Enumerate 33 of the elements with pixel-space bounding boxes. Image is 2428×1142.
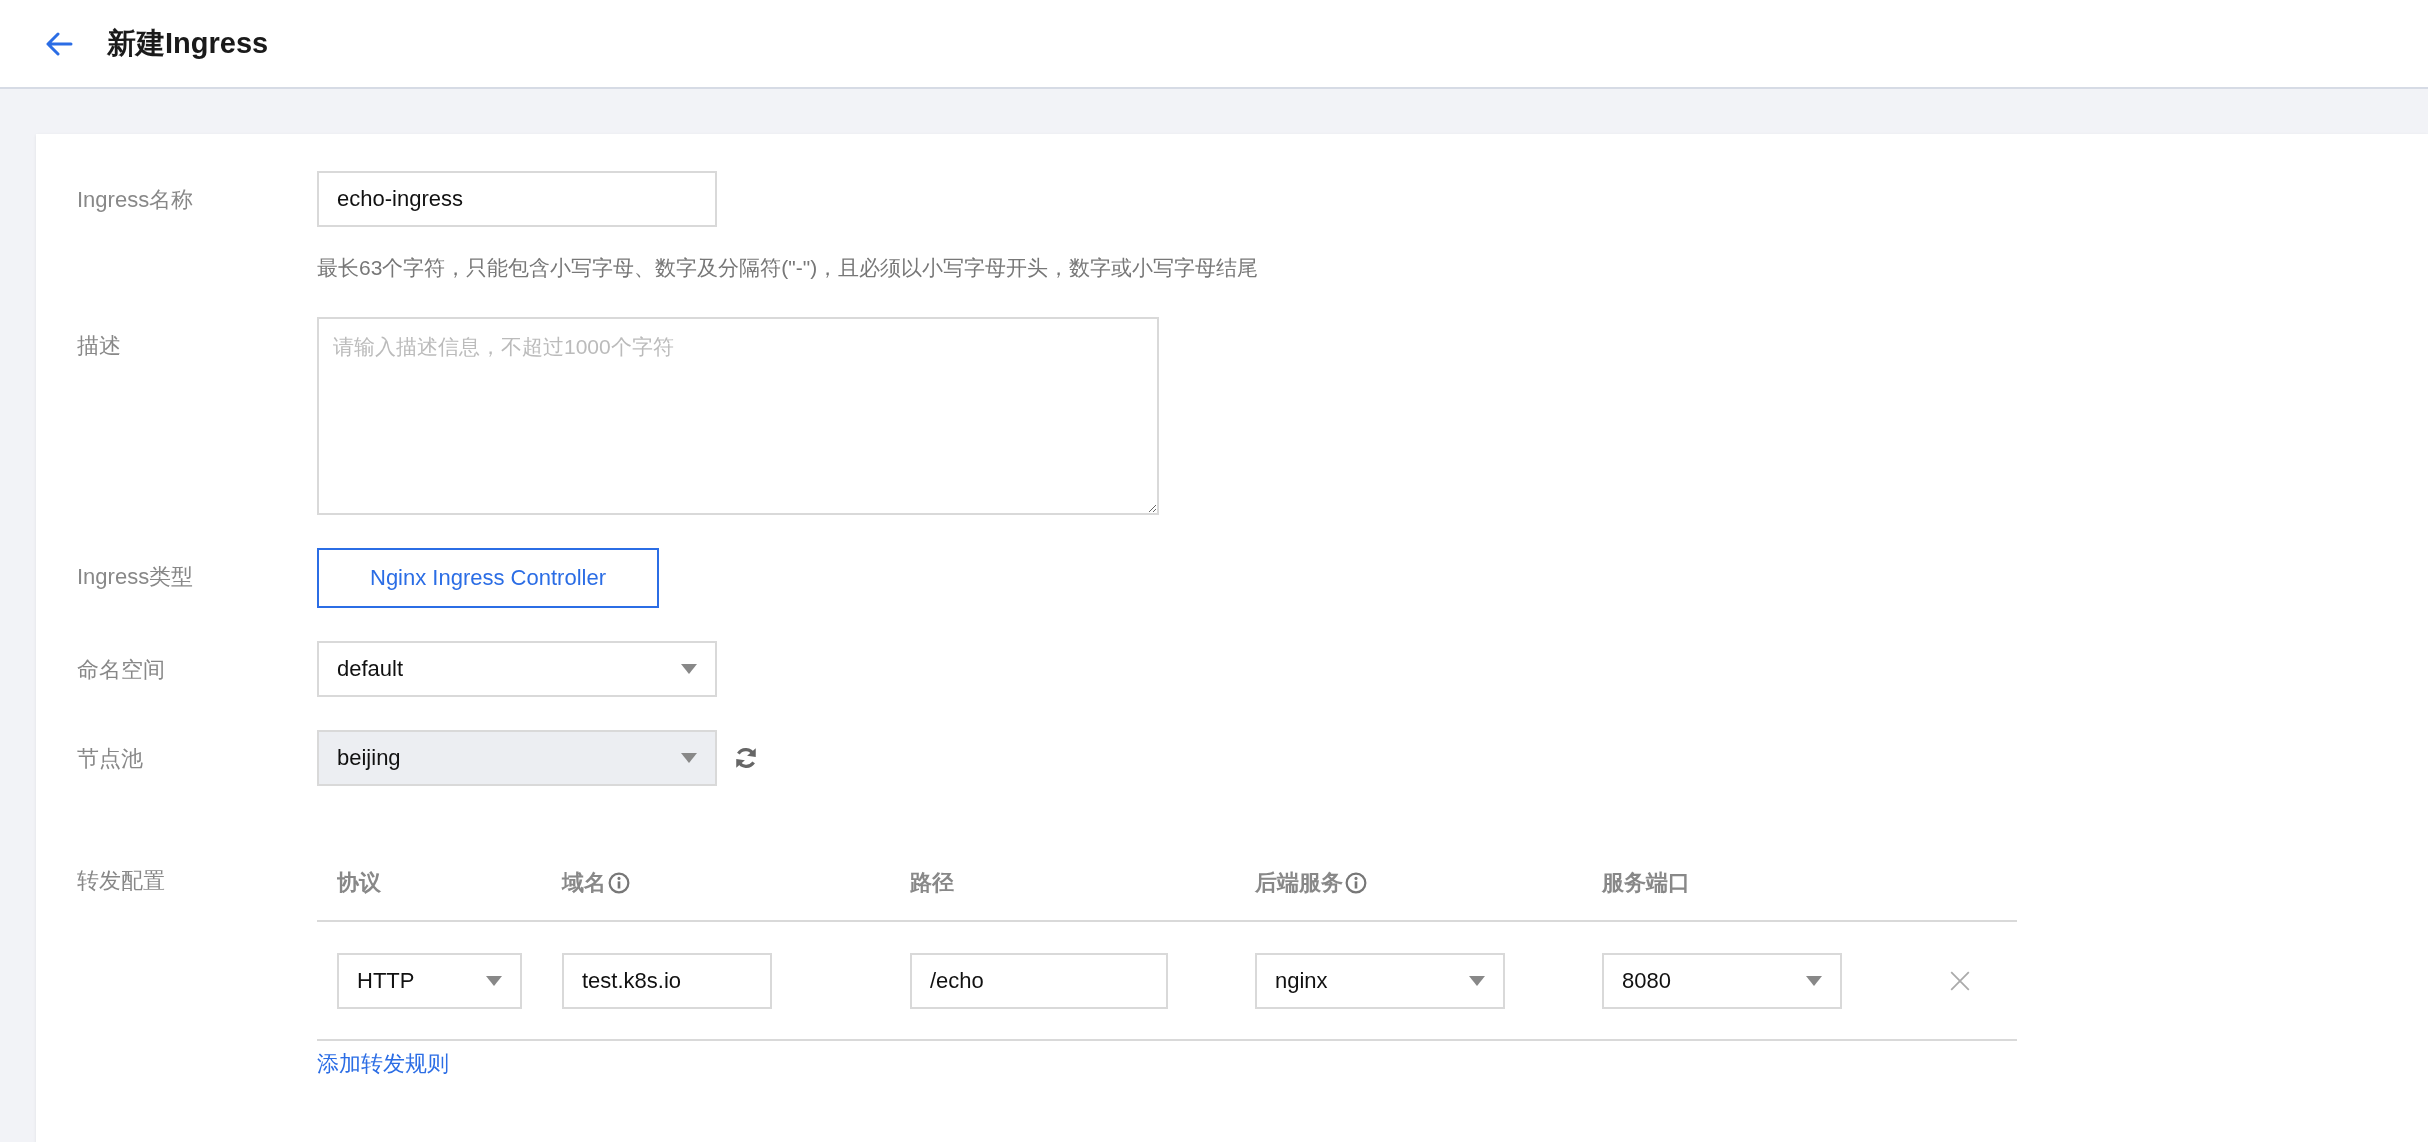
back-arrow-icon[interactable] xyxy=(45,31,73,56)
field-label: 描述 xyxy=(77,332,122,360)
caret-icon xyxy=(486,975,502,986)
type-option-button[interactable]: Nginx Ingress Controller xyxy=(317,548,659,608)
field-label: 转发配置 xyxy=(77,867,166,895)
caret-icon xyxy=(1806,975,1822,986)
info-icon[interactable] xyxy=(1345,872,1367,894)
column-header: 后端服务 xyxy=(1255,869,1343,897)
input-field[interactable]: echo-ingress xyxy=(317,171,717,227)
select-dropdown[interactable]: default xyxy=(317,641,717,697)
column-header: 域名 xyxy=(562,869,606,897)
field-label: Ingress类型 xyxy=(77,563,195,591)
page-title: 新建Ingress xyxy=(107,25,269,61)
textarea-field[interactable]: 请输入描述信息，不超过1000个字符 xyxy=(317,317,1159,515)
select-dropdown[interactable]: nginx xyxy=(1255,952,1505,1009)
column-header: 路径 xyxy=(910,869,954,897)
caret-icon xyxy=(1469,975,1485,986)
column-header: 服务端口 xyxy=(1602,869,1690,897)
caret-icon xyxy=(681,664,697,674)
select-dropdown[interactable]: 8080 xyxy=(1602,952,1842,1009)
domain-input[interactable]: test.k8s.io xyxy=(562,952,772,1009)
path-input[interactable]: /echo xyxy=(910,952,1168,1009)
refresh-icon[interactable] xyxy=(733,745,759,771)
add-rule-link[interactable]: 添加转发规则 xyxy=(317,1049,449,1079)
column-header: 协议 xyxy=(337,869,381,897)
field-label: 命名空间 xyxy=(77,656,166,684)
field-label: Ingress名称 xyxy=(77,186,195,214)
info-icon[interactable] xyxy=(608,872,630,894)
close-icon[interactable] xyxy=(1949,969,1971,992)
field-label: 节点池 xyxy=(77,745,144,773)
select-dropdown[interactable]: HTTP xyxy=(337,952,522,1009)
help-text: 最长63个字符，只能包含小写字母、数字及分隔符("-")，且必须以小写字母开头，数字或小写字母结尾 xyxy=(317,255,1259,281)
caret-icon xyxy=(681,753,697,763)
